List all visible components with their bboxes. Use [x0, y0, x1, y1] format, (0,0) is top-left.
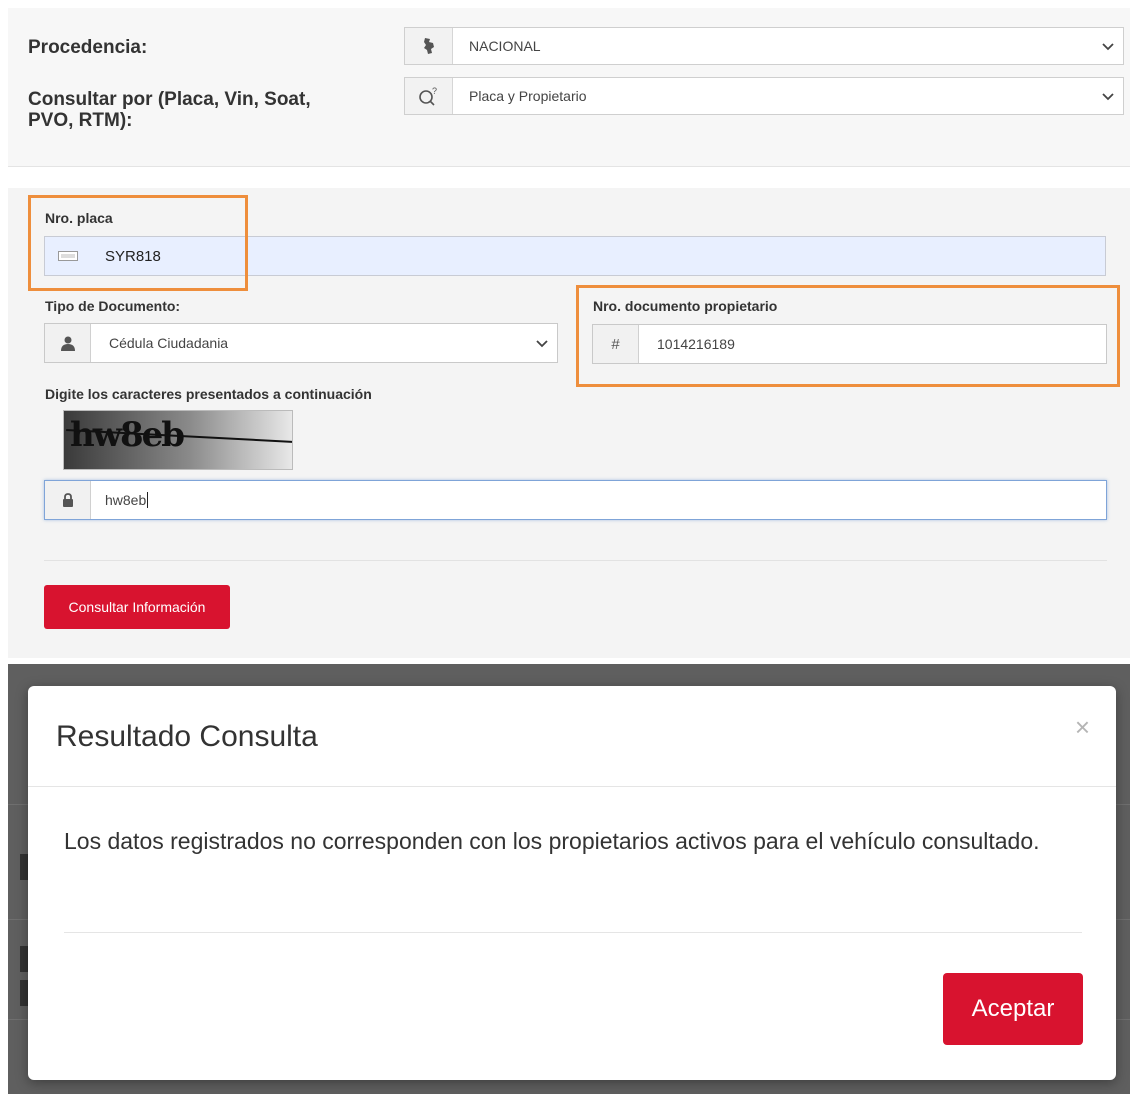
- result-modal: Resultado Consulta × Los datos registrad…: [28, 686, 1116, 1080]
- text-cursor: ​: [147, 492, 149, 508]
- user-icon: [45, 324, 91, 362]
- consultar-por-value: Placa y Propietario: [469, 88, 587, 104]
- chevron-down-icon: [1093, 38, 1123, 54]
- close-icon[interactable]: ×: [1075, 712, 1090, 743]
- consultar-por-label: Consultar por (Placa, Vin, Soat, PVO, RT…: [28, 89, 311, 131]
- captcha-input[interactable]: hw8eb​: [44, 480, 1107, 520]
- aceptar-button[interactable]: Aceptar: [943, 973, 1083, 1045]
- modal-title: Resultado Consulta: [56, 720, 318, 753]
- nro-documento-highlight-box: [576, 285, 1120, 387]
- chevron-down-icon: [1093, 88, 1123, 104]
- captcha-image: hw8eb: [63, 410, 293, 470]
- tipo-documento-value: Cédula Ciudadania: [109, 335, 229, 351]
- placa-highlight-box: [28, 195, 248, 291]
- consultar-informacion-button[interactable]: Consultar Información: [44, 585, 230, 629]
- procedencia-select[interactable]: NACIONAL: [404, 27, 1124, 65]
- procedencia-value: NACIONAL: [469, 38, 541, 54]
- captcha-value: hw8eb: [105, 492, 147, 508]
- chevron-down-icon: [527, 335, 557, 351]
- tipo-documento-select[interactable]: Cédula Ciudadania: [44, 323, 558, 363]
- form-divider: [44, 560, 1107, 561]
- tipo-documento-label: Tipo de Documento:: [45, 298, 181, 314]
- search-question-icon: ?: [405, 78, 453, 114]
- modal-footer-divider: [64, 932, 1082, 933]
- procedencia-label: Procedencia:: [28, 37, 148, 58]
- svg-text:?: ?: [432, 86, 437, 96]
- lock-icon: [45, 481, 91, 519]
- consultar-por-select[interactable]: ? Placa y Propietario: [404, 77, 1124, 115]
- colombia-map-icon: [405, 28, 453, 64]
- modal-header-divider: [28, 786, 1116, 787]
- modal-message: Los datos registrados no corresponden co…: [64, 828, 1040, 854]
- captcha-label: Digite los caracteres presentados a cont…: [45, 386, 372, 402]
